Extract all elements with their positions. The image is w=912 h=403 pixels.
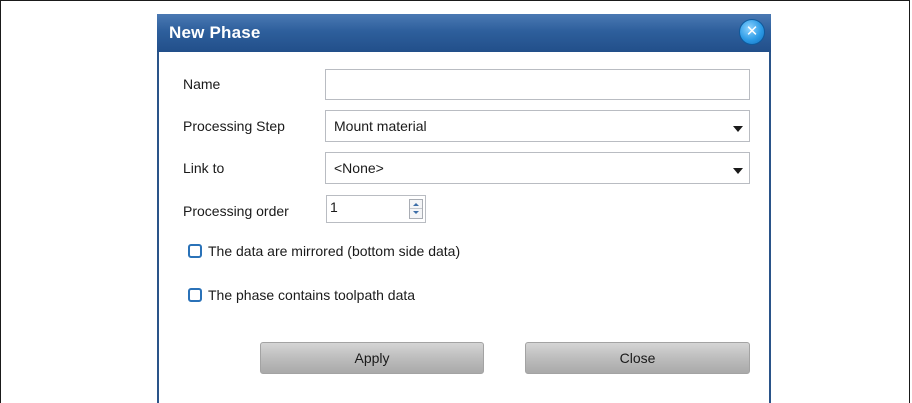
processing-step-label: Processing Step [183,118,285,134]
stepper-buttons [409,199,423,219]
close-icon[interactable]: ✕ [739,19,765,45]
dialog-title: New Phase [169,23,261,42]
mirrored-checkbox-label[interactable]: The data are mirrored (bottom side data) [208,243,460,259]
processing-order-value: 1 [330,199,338,215]
name-label: Name [183,76,221,92]
stepper-up-icon[interactable] [410,200,422,209]
toolpath-checkbox-label[interactable]: The phase contains toolpath data [208,287,415,303]
processing-order-stepper[interactable]: 1 [326,195,426,223]
chevron-down-icon [733,168,743,174]
name-input[interactable] [325,69,750,100]
processing-step-value: Mount material [334,118,427,134]
link-to-select[interactable]: <None> [325,152,750,184]
processing-step-select[interactable]: Mount material [325,110,750,142]
chevron-down-icon [733,126,743,132]
link-to-value: <None> [334,160,384,176]
mirrored-checkbox[interactable] [188,244,202,258]
link-to-label: Link to [183,160,225,176]
new-phase-dialog: New Phase ✕ Name Processing Step Mount m… [157,14,771,403]
toolpath-checkbox[interactable] [188,288,202,302]
stepper-down-icon[interactable] [410,209,422,218]
processing-order-label: Processing order [183,203,289,219]
apply-button[interactable]: Apply [260,342,484,374]
dialog-titlebar: New Phase ✕ [157,14,771,52]
close-button[interactable]: Close [525,342,750,374]
